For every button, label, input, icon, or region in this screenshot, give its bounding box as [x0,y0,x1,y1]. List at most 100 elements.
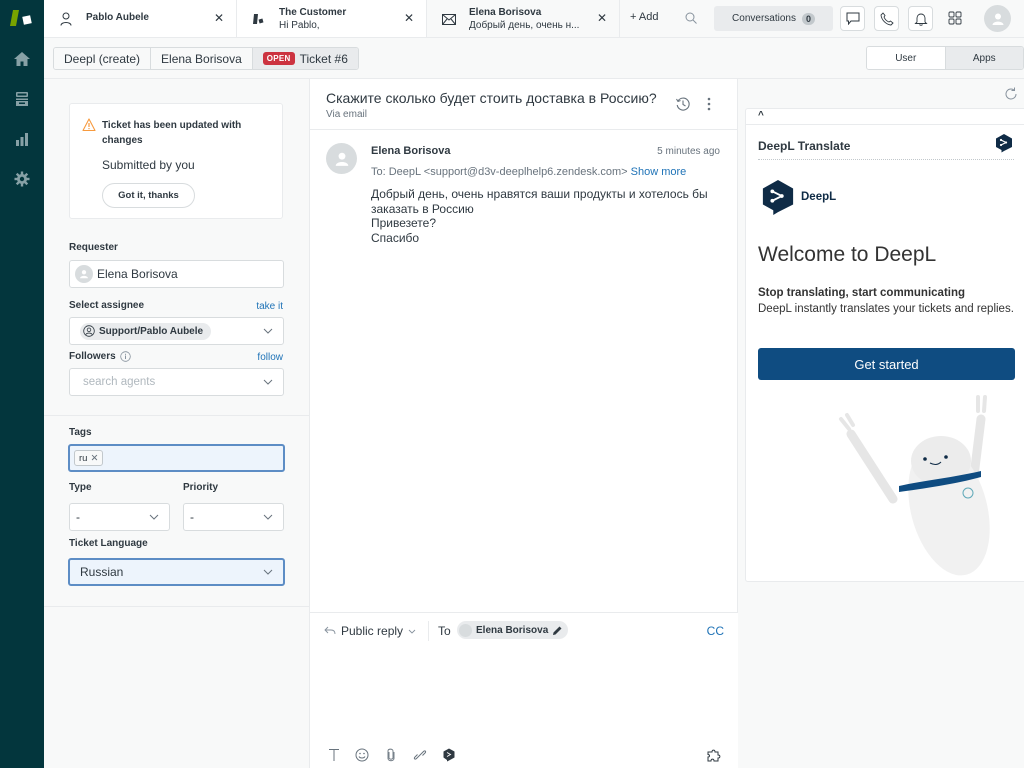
status-badge: OPEN [262,52,295,65]
zendesk-logo[interactable] [10,8,34,28]
reply-composer: Public reply To Elena Borisova CC [310,612,738,768]
search-icon[interactable] [684,11,698,25]
chevron-down-icon [263,514,273,520]
link-icon[interactable] [412,747,428,763]
person-icon [992,13,1003,25]
tab-the-customer[interactable]: The Customer Hi Pablo, ✕ [237,0,427,37]
reply-type-select[interactable]: Public reply [324,624,416,638]
message-line: Добрый день, очень нравятся ваши продукт… [371,187,708,216]
remove-tag-icon[interactable]: ✕ [90,453,98,464]
cc-link[interactable]: CC [707,624,724,638]
tag-ru: ru ✕ [74,450,104,466]
bar-chart-icon[interactable] [11,128,33,150]
type-select[interactable]: - [69,503,170,531]
text-format-icon[interactable] [326,747,342,763]
assignee-value: Support/Pablo Aubele [99,325,204,337]
ticket-language-select[interactable]: Russian [68,558,285,586]
user-tab[interactable]: User [867,47,945,69]
person-icon [335,152,348,166]
recipient-pill[interactable]: Elena Borisova [457,621,569,639]
show-more-link[interactable]: Show more [631,166,687,178]
tab-subtitle: Добрый день, очень н... [469,20,580,31]
author-avatar[interactable] [326,143,357,174]
app-title: DeepL Translate [758,139,851,153]
tab-pablo-aubele[interactable]: Pablo Aubele ✕ [44,0,237,37]
message-body: Добрый день, очень нравятся ваши продукт… [371,187,721,245]
type-label: Type [69,482,92,493]
notice-title: Ticket has been updated with changes [102,120,242,146]
close-icon[interactable]: ✕ [404,11,414,25]
info-icon[interactable] [119,351,131,362]
apps-puzzle-icon[interactable] [706,747,722,763]
tags-input[interactable]: ru ✕ [68,444,285,472]
add-tab-button[interactable]: + Add [630,11,658,23]
assignee-select[interactable]: Support/Pablo Aubele [69,317,284,345]
app-description: Stop translating, start communicating De… [758,285,1014,317]
followers-search[interactable]: search agents [69,368,284,396]
message-to: To: DeepL <support@d3v-deeplhelp6.zendes… [371,166,628,178]
ticket-subject[interactable]: Скажите сколько будет стоить доставка в … [326,90,657,106]
refresh-icon[interactable] [1004,87,1018,101]
pencil-icon[interactable] [552,625,563,636]
home-icon[interactable] [11,48,33,70]
separator [428,621,429,641]
section-divider [44,415,310,416]
tag-label: ru [79,452,88,464]
breadcrumb: Deepl (create) Elena Borisova OPEN Ticke… [53,47,359,70]
take-it-link[interactable]: take it [256,301,283,312]
deepl-translate-icon[interactable] [441,747,457,763]
followers-label: Followers [69,351,131,362]
ticket-channel: Via email [326,109,367,120]
organization-icon [251,11,267,27]
notifications-button[interactable] [908,6,933,31]
recipient-name: Elena Borisova [476,624,549,636]
welcome-heading: Welcome to DeepL [758,243,937,266]
history-icon[interactable] [675,96,691,112]
priority-select[interactable]: - [183,503,284,531]
close-icon[interactable]: ✕ [214,11,224,25]
breadcrumb-organization[interactable]: Deepl (create) [54,48,152,69]
conversations-button[interactable]: Conversations 0 [714,6,833,31]
ticket-language-value: Russian [80,565,124,579]
close-icon[interactable]: ✕ [597,11,607,25]
reply-type-label: Public reply [341,624,404,638]
chat-icon [846,12,859,25]
tab-subtitle: Hi Pablo, [279,20,320,31]
views-icon[interactable] [11,88,33,110]
kebab-menu-icon[interactable] [702,96,716,112]
talk-button[interactable] [874,6,899,31]
chat-button[interactable] [840,6,865,31]
collapse-caret-icon[interactable]: ^ [758,110,764,121]
conversations-count: 0 [801,12,815,25]
dismiss-notice-button[interactable]: Got it, thanks [102,183,195,208]
message-line: Спасибо [371,230,420,245]
product-nav [0,0,44,768]
apps-tab[interactable]: Apps [944,47,1023,69]
tab-elena-borisova[interactable]: Elena Borisova Добрый день, очень н... ✕ [427,0,620,37]
message-recipients: To: DeepL <support@d3v-deeplhelp6.zendes… [371,166,686,178]
chevron-down-icon [408,629,416,634]
user-icon [58,11,74,27]
requester-avatar [75,265,93,283]
message-author[interactable]: Elena Borisova [371,145,450,157]
emoji-icon[interactable] [354,747,370,763]
tab-title: The Customer [279,7,347,18]
tab-title: Pablo Aubele [86,12,149,23]
recipient-avatar [459,623,472,637]
gear-icon[interactable] [11,168,33,190]
conversation-pane: Скажите сколько будет стоить доставка в … [310,79,738,768]
attachment-icon[interactable] [383,747,399,763]
context-panel-toggle: User Apps [866,46,1024,70]
breadcrumb-ticket[interactable]: OPEN Ticket #6 [252,48,358,69]
assignee-pill: Support/Pablo Aubele [80,322,212,340]
product-tray-icon[interactable] [948,11,962,25]
priority-value: - [190,510,194,524]
requester-field[interactable]: Elena Borisova [69,260,284,288]
user-avatar[interactable] [984,5,1011,32]
chevron-down-icon [263,569,273,575]
get-started-button[interactable]: Get started [758,348,1015,380]
breadcrumb-requester[interactable]: Elena Borisova [151,48,253,69]
reply-body-input[interactable] [324,647,724,737]
deepl-app-card: ^ DeepL Translate DeepL Welcome to DeepL… [745,108,1024,582]
follow-link[interactable]: follow [257,352,283,363]
